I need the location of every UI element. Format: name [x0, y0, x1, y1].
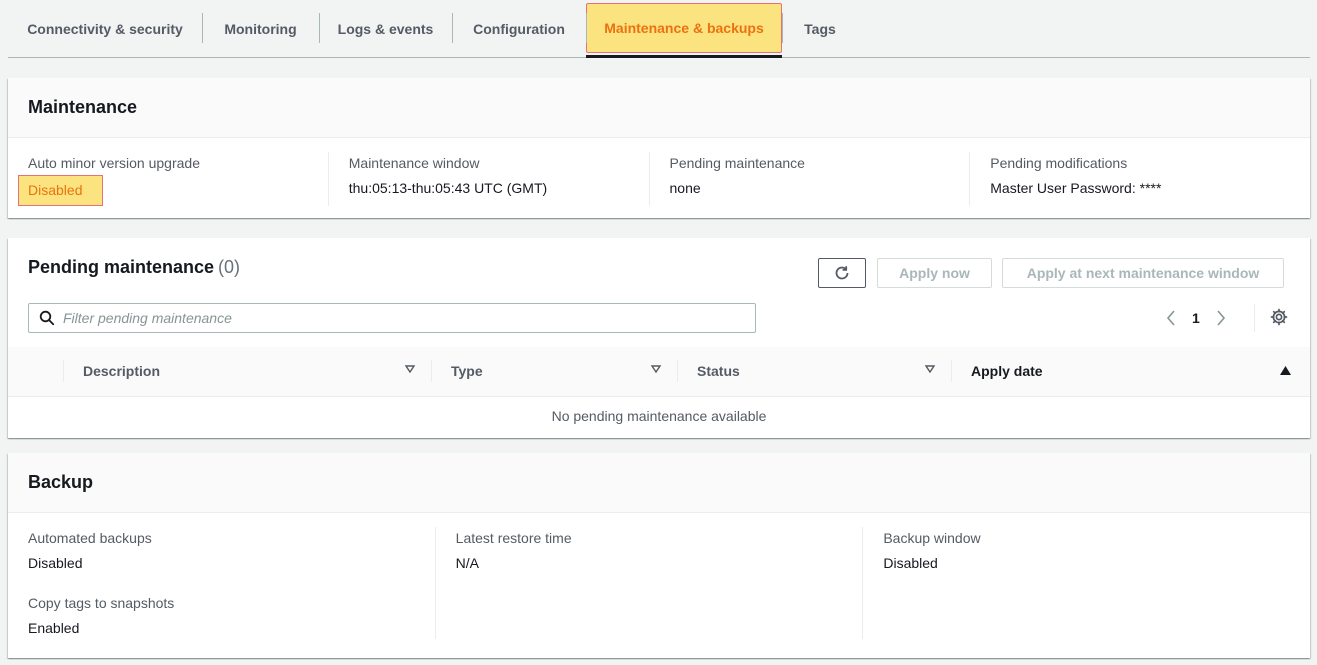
tab-label: Tags: [804, 20, 836, 37]
backup-window-label: Backup window: [883, 530, 981, 546]
tab-configuration[interactable]: Configuration: [452, 0, 586, 57]
tab-logs-events[interactable]: Logs & events: [319, 0, 452, 57]
refresh-icon: [833, 264, 851, 282]
maintenance-header: Maintenance: [8, 78, 1310, 138]
backup-column-3: Backup window Disabled: [862, 527, 1290, 639]
filter-search-box: [28, 303, 756, 333]
backup-title: Backup: [28, 472, 94, 492]
column-label: Description: [83, 363, 161, 380]
tab-label: Connectivity & security: [27, 20, 183, 37]
latest-restore-time-value: N/A: [455, 555, 480, 571]
maintenance-window-field: Maintenance window thu:05:13-thu:05:43 U…: [327, 152, 649, 206]
column-header-apply-date[interactable]: Apply date: [951, 347, 1310, 397]
tab-maintenance-backups[interactable]: Maintenance & backups: [586, 0, 782, 58]
tab-connectivity-security[interactable]: Connectivity & security: [8, 0, 202, 57]
pending-maintenance-table: Description Type Status Apply date No pe…: [8, 347, 1310, 436]
maintenance-window-value: thu:05:13-thu:05:43 UTC (GMT): [348, 180, 548, 196]
backup-column-2: Latest restore time N/A: [434, 527, 863, 639]
backup-header: Backup: [8, 453, 1310, 513]
pager-divider: [1254, 304, 1255, 332]
automated-backups-value: Disabled: [28, 555, 83, 571]
pending-maintenance-panel: Pending maintenance (0) Apply now Apply a…: [8, 238, 1310, 438]
pending-maintenance-label: Pending maintenance: [669, 155, 805, 171]
refresh-button[interactable]: [818, 258, 866, 288]
sort-ascending-icon: [1280, 366, 1291, 375]
pending-modifications-field: Pending modifications Master User Passwo…: [969, 152, 1290, 206]
apply-now-button[interactable]: Apply now: [877, 258, 992, 288]
copy-tags-value: Enabled: [28, 620, 80, 636]
column-label: Apply date: [971, 363, 1043, 380]
pending-modifications-label: Pending modifications: [990, 155, 1128, 171]
auto-minor-upgrade-field: Auto minor version upgrade Disabled: [18, 152, 328, 206]
latest-restore-time-label: Latest restore time: [455, 530, 572, 546]
copy-tags-label: Copy tags to snapshots: [28, 595, 175, 611]
tab-label: Logs & events: [337, 20, 434, 37]
pagination: 1: [1166, 308, 1226, 328]
apply-now-label: Apply now: [899, 265, 970, 281]
auto-minor-upgrade-label: Auto minor version upgrade: [28, 155, 200, 171]
search-icon: [39, 310, 55, 326]
selection-column-header: [8, 347, 63, 397]
backup-details: Automated backups Disabled Copy tags to …: [8, 513, 1310, 639]
column-header-type[interactable]: Type: [431, 347, 677, 397]
backup-window-value: Disabled: [883, 555, 938, 571]
maintenance-details: Auto minor version upgrade Disabled Main…: [8, 138, 1310, 206]
empty-message: No pending maintenance available: [551, 408, 767, 425]
pending-maintenance-header: Pending maintenance (0) Apply now Apply a…: [8, 238, 1310, 347]
pending-maintenance-count: (0): [218, 257, 241, 277]
settings-gear-icon[interactable]: [1270, 308, 1288, 326]
tab-monitoring[interactable]: Monitoring: [202, 0, 319, 57]
tab-label: Monitoring: [224, 20, 297, 37]
maintenance-window-label: Maintenance window: [348, 155, 480, 171]
pending-maintenance-title: Pending maintenance: [28, 257, 215, 277]
backup-column-1: Automated backups Disabled Copy tags to …: [28, 527, 435, 639]
column-header-description[interactable]: Description: [63, 347, 431, 397]
automated-backups-label: Automated backups: [28, 530, 152, 546]
table-header-row: Description Type Status Apply date: [8, 347, 1310, 397]
tab-label: Maintenance & backups: [604, 19, 764, 36]
empty-row: No pending maintenance available: [8, 396, 1310, 436]
column-separator: [677, 360, 678, 382]
maintenance-title: Maintenance: [28, 97, 138, 117]
auto-minor-upgrade-value: Disabled: [18, 175, 104, 206]
pending-modifications-value: Master User Password: ****: [990, 180, 1162, 196]
column-label: Type: [451, 363, 483, 380]
sort-caret-down-icon: [925, 365, 935, 373]
tab-tags[interactable]: Tags: [782, 0, 858, 57]
maintenance-panel: Maintenance Auto minor version upgrade D…: [8, 78, 1310, 218]
column-separator: [63, 360, 64, 382]
pending-maintenance-heading: Pending maintenance (0): [28, 257, 240, 278]
next-page-icon[interactable]: [1216, 310, 1226, 326]
sort-caret-down-icon: [651, 365, 661, 373]
pending-maintenance-field: Pending maintenance none: [648, 152, 970, 206]
column-separator: [951, 360, 952, 382]
tab-highlight: Maintenance & backups: [586, 2, 782, 53]
apply-next-window-label: Apply at next maintenance window: [1026, 265, 1260, 281]
sort-caret-down-icon: [405, 365, 415, 373]
column-label: Status: [697, 363, 740, 380]
tab-bar: Connectivity & security Monitoring Logs …: [8, 0, 1310, 58]
filter-pending-maintenance-input[interactable]: [63, 310, 723, 326]
tab-label: Configuration: [473, 20, 565, 37]
apply-next-window-button[interactable]: Apply at next maintenance window: [1002, 258, 1284, 288]
backup-panel: Backup Automated backups Disabled Copy t…: [8, 453, 1310, 658]
column-separator: [431, 360, 432, 382]
current-page-number[interactable]: 1: [1192, 310, 1200, 326]
previous-page-icon[interactable]: [1166, 310, 1176, 326]
column-header-status[interactable]: Status: [677, 347, 951, 397]
pending-maintenance-value: none: [669, 180, 701, 196]
